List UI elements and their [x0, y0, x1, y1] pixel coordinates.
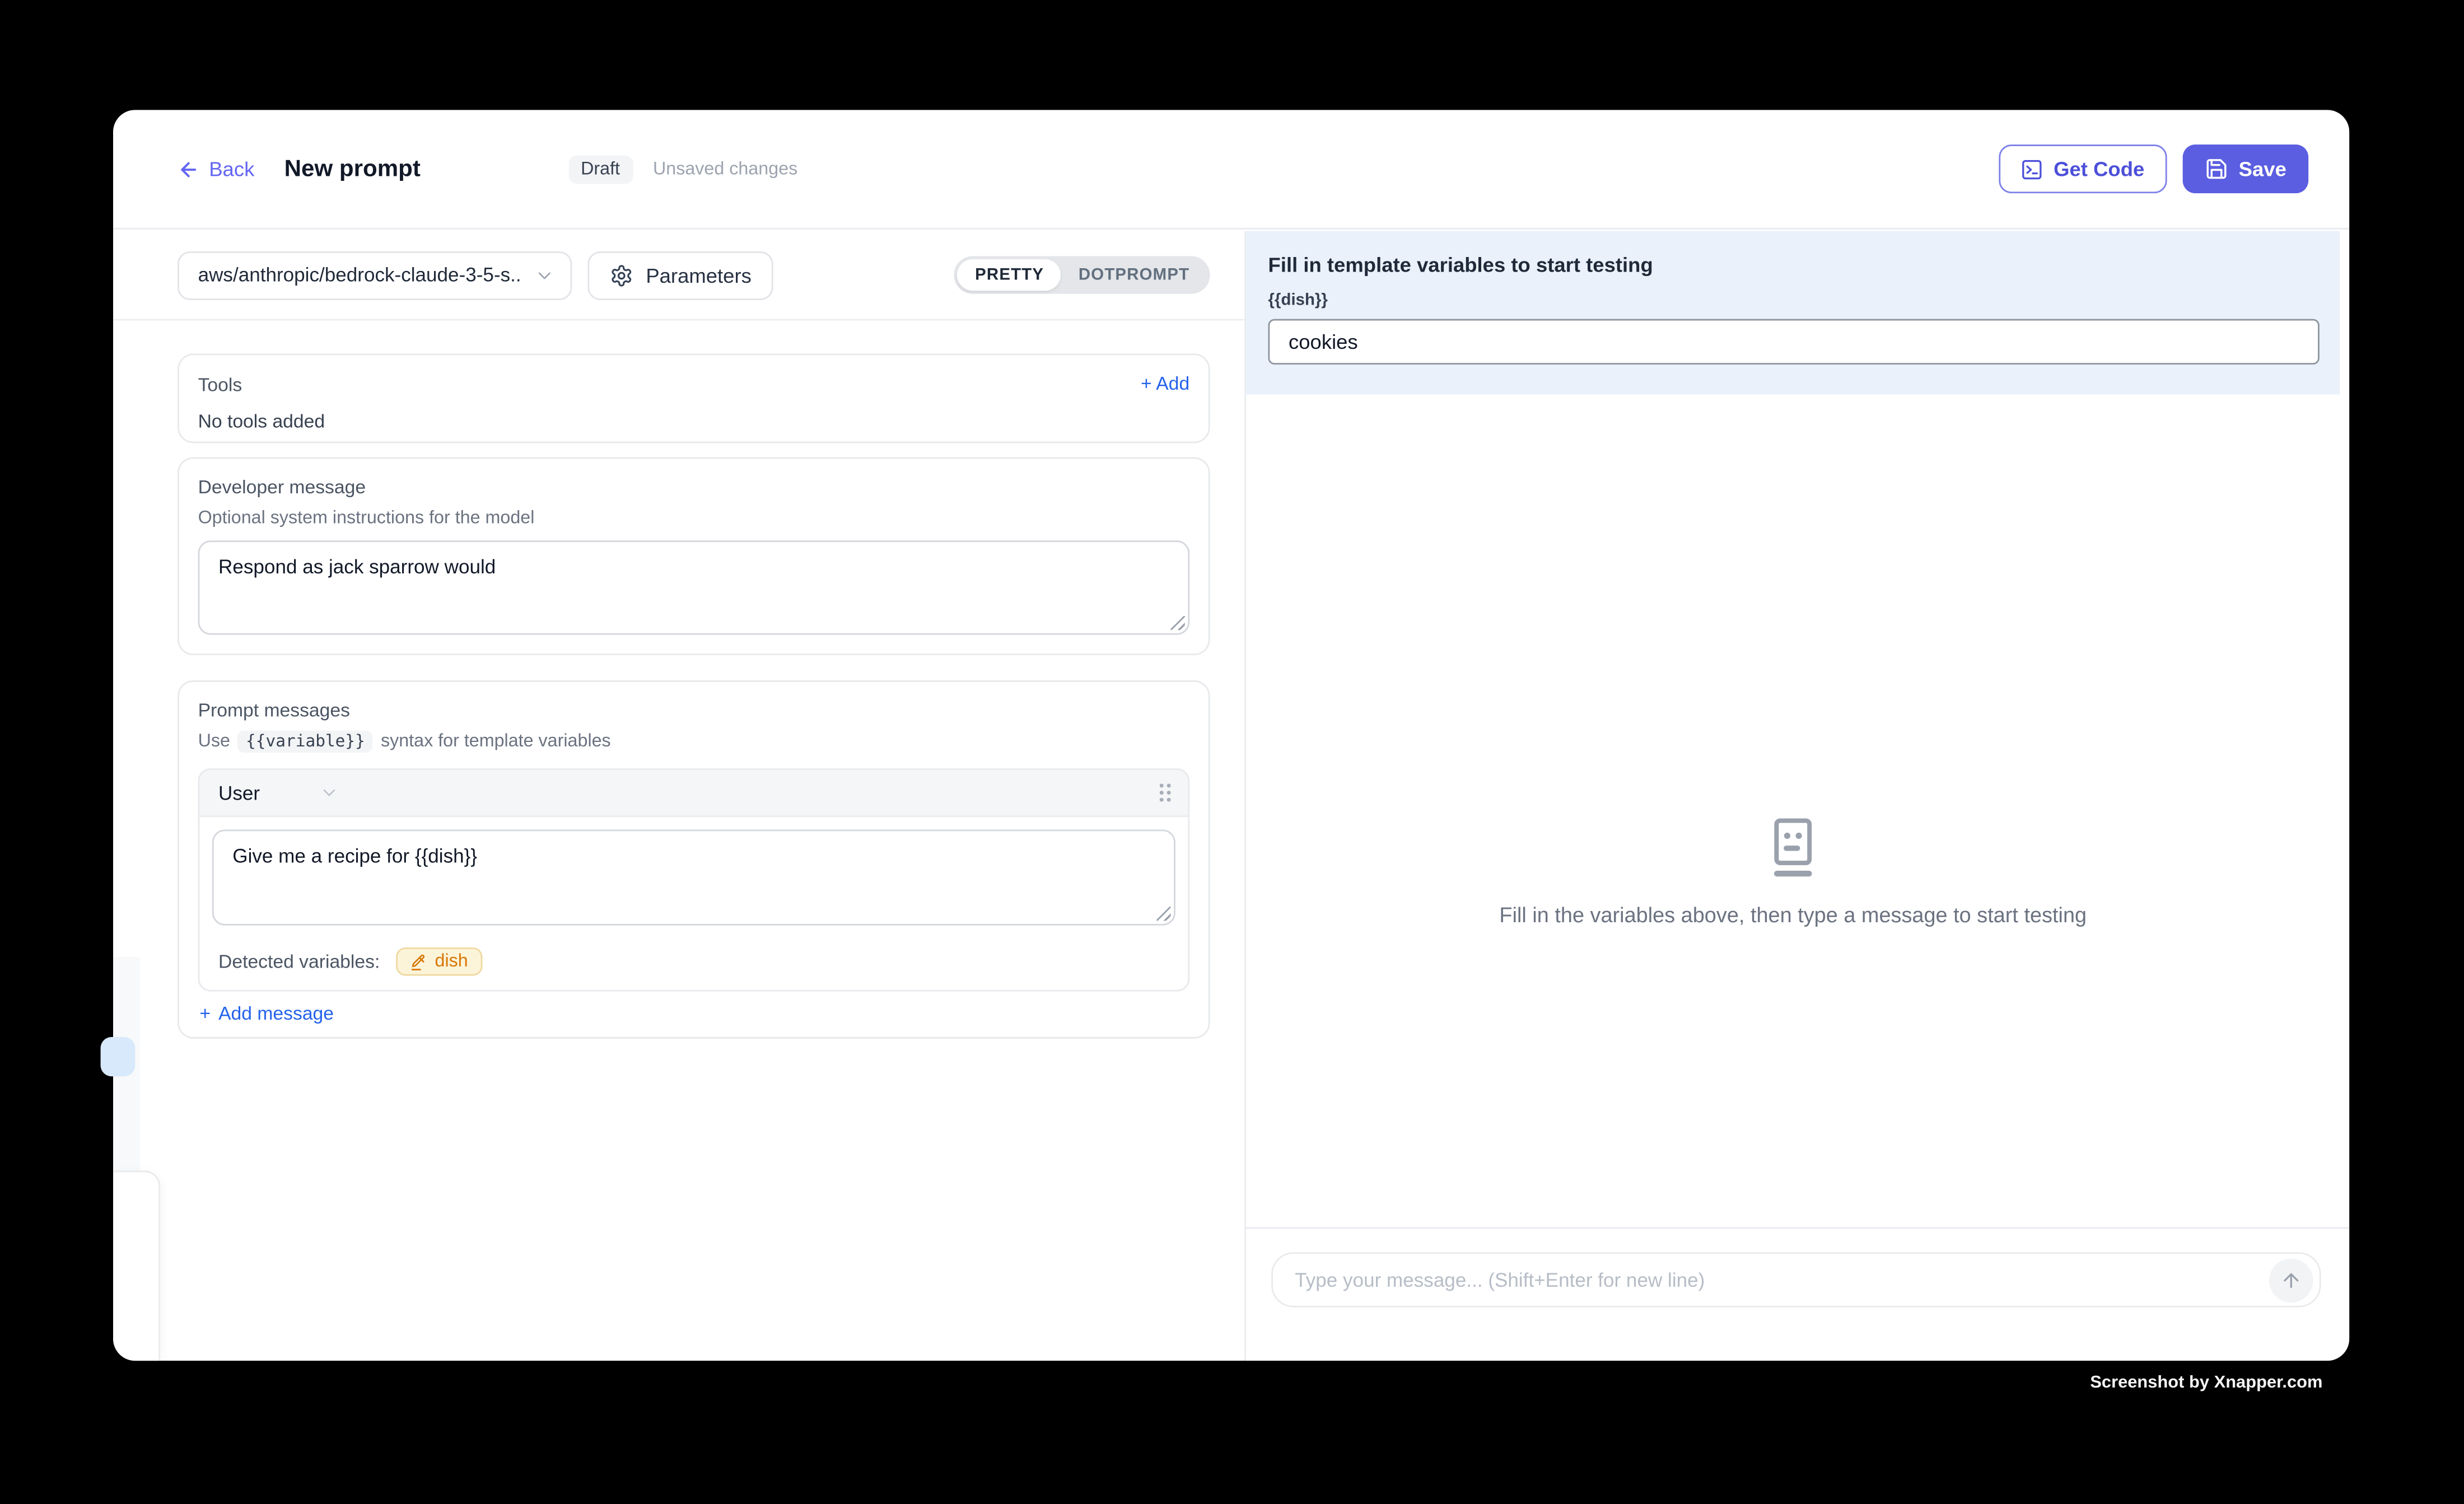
- plus-icon: +: [199, 1002, 211, 1024]
- developer-message-title: Developer message: [198, 476, 1190, 498]
- model-selector-value: aws/anthropic/bedrock-claude-3-5-s...: [198, 264, 522, 286]
- tools-title: Tools: [198, 374, 1190, 396]
- prompt-messages-title: Prompt messages: [198, 699, 1190, 721]
- tools-card: Tools + Add No tools added: [178, 353, 1210, 443]
- gear-icon: [610, 263, 633, 287]
- get-code-button[interactable]: Get Code: [1999, 144, 2167, 193]
- send-button[interactable]: [2269, 1258, 2313, 1302]
- screenshot-stage: Back New prompt Draft Unsaved changes Ge…: [0, 0, 2464, 1503]
- chat-composer: [1246, 1227, 2349, 1361]
- dish-variable-label: {{dish}}: [1268, 291, 2318, 310]
- header: Back New prompt Draft Unsaved changes Ge…: [113, 110, 2349, 229]
- template-syntax-hint: Use {{variable}} syntax for template var…: [198, 731, 1190, 753]
- add-tool-button[interactable]: + Add: [1141, 372, 1189, 394]
- drag-handle-icon[interactable]: [1158, 782, 1172, 802]
- developer-message-card: Developer message Optional system instru…: [178, 457, 1210, 656]
- chat-input-box: [1271, 1252, 2321, 1307]
- detected-variables-row: Detected variables: dish: [199, 938, 1188, 990]
- add-message-button[interactable]: + Add message: [199, 1002, 334, 1024]
- back-arrow-icon: [178, 158, 199, 180]
- toggle-dotprompt[interactable]: DOTPROMPT: [1061, 259, 1207, 291]
- chevron-down-icon[interactable]: [320, 782, 340, 802]
- header-actions: Get Code Save: [1999, 144, 2308, 193]
- developer-message-subtitle: Optional system instructions for the mod…: [198, 509, 1190, 528]
- template-variables-section: Fill in template variables to start test…: [1246, 231, 2340, 394]
- model-selector[interactable]: aws/anthropic/bedrock-claude-3-5-s...: [178, 251, 572, 300]
- watermark-text: Screenshot by Xnapper.com: [2090, 1374, 2322, 1393]
- unsaved-changes-text: Unsaved changes: [653, 160, 797, 179]
- editor-toolbar: aws/anthropic/bedrock-claude-3-5-s... Pa…: [113, 231, 1244, 320]
- toggle-pretty[interactable]: PRETTY: [958, 259, 1061, 291]
- parameters-button[interactable]: Parameters: [587, 251, 773, 300]
- page-title: New prompt: [284, 156, 421, 183]
- pencil-icon: [410, 953, 427, 970]
- variable-dish-badge[interactable]: dish: [395, 947, 482, 976]
- empty-state-text: Fill in the variables above, then type a…: [1499, 904, 2087, 927]
- save-button[interactable]: Save: [2182, 144, 2309, 193]
- partial-popover-card: [113, 1171, 160, 1361]
- prompt-messages-card: Prompt messages Use {{variable}} syntax …: [178, 680, 1210, 1039]
- app-window: Back New prompt Draft Unsaved changes Ge…: [113, 110, 2349, 1361]
- message-block: User Give me a recipe for {{dish}}: [198, 768, 1190, 991]
- dish-variable-input[interactable]: [1268, 319, 2320, 365]
- bot-face-icon: [1766, 815, 1819, 878]
- test-panel: Fill in template variables to start test…: [1246, 231, 2349, 1361]
- variable-syntax-chip: {{variable}}: [238, 731, 373, 753]
- plus-icon: +: [1141, 372, 1152, 394]
- back-button[interactable]: Back: [178, 157, 254, 181]
- terminal-icon: [2020, 158, 2042, 180]
- status-badge: Draft: [568, 155, 633, 183]
- save-icon: [2204, 157, 2228, 181]
- editor-cards: Tools + Add No tools added Developer mes…: [178, 320, 1210, 1361]
- role-select-value: User: [218, 782, 260, 804]
- partial-highlighted-item: [101, 1037, 136, 1076]
- user-message-input[interactable]: Give me a recipe for {{dish}}: [212, 830, 1175, 926]
- chat-message-input[interactable]: [1295, 1269, 2269, 1291]
- developer-message-input[interactable]: Respond as jack sparrow would: [198, 540, 1190, 634]
- chevron-down-icon: [534, 265, 554, 285]
- message-role-header: User: [199, 770, 1188, 817]
- detected-variables-label: Detected variables:: [218, 951, 380, 973]
- back-label: Back: [209, 157, 254, 181]
- tools-empty-text: No tools added: [198, 410, 1190, 432]
- template-variables-title: Fill in template variables to start test…: [1268, 253, 2318, 277]
- format-toggle: PRETTY DOTPROMPT: [955, 256, 1210, 293]
- chat-empty-state: Fill in the variables above, then type a…: [1246, 394, 2340, 1348]
- editor-panel: aws/anthropic/bedrock-claude-3-5-s... Pa…: [113, 231, 1244, 1361]
